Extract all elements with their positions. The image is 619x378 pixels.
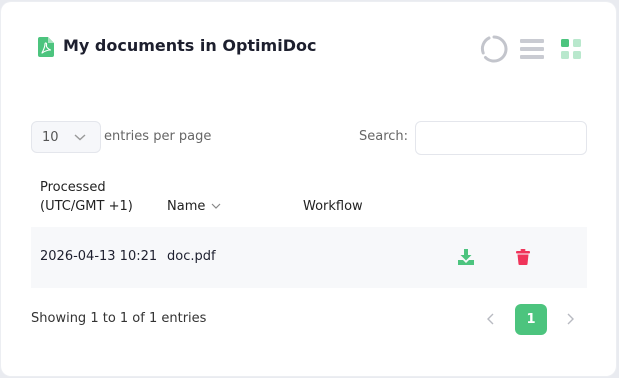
grid-view-icon[interactable]: [561, 39, 582, 60]
trash-icon[interactable]: [516, 249, 530, 265]
name-cell: doc.pdf: [167, 249, 216, 264]
sort-chevron-icon: [211, 203, 221, 209]
column-header-processed-label: Processed (UTC/GMT +1): [40, 180, 133, 214]
pdf-icon: [38, 37, 54, 57]
download-icon[interactable]: [458, 249, 474, 265]
table-row: 2026-04-13 10:21 doc.pdf: [31, 227, 587, 288]
chevron-down-icon: [74, 134, 86, 141]
page-title: My documents in OptimiDoc: [63, 36, 317, 55]
entries-per-page-value: 10: [42, 130, 59, 145]
refresh-icon[interactable]: [479, 34, 509, 64]
chevron-right-icon[interactable]: [563, 311, 577, 327]
column-header-workflow[interactable]: Workflow: [303, 197, 363, 216]
entries-per-page-label: entries per page: [104, 129, 212, 144]
page-button-current[interactable]: 1: [515, 304, 547, 335]
search-input[interactable]: [415, 121, 587, 155]
column-header-processed[interactable]: Processed (UTC/GMT +1): [40, 178, 133, 216]
search-label: Search:: [359, 129, 409, 144]
chevron-left-icon[interactable]: [484, 311, 498, 327]
column-header-name[interactable]: Name: [167, 197, 205, 216]
processed-cell: 2026-04-13 10:21: [40, 249, 158, 264]
table-info: Showing 1 to 1 of 1 entries: [31, 311, 207, 326]
list-view-icon[interactable]: [520, 39, 544, 59]
entries-per-page-select[interactable]: 10: [31, 121, 101, 153]
